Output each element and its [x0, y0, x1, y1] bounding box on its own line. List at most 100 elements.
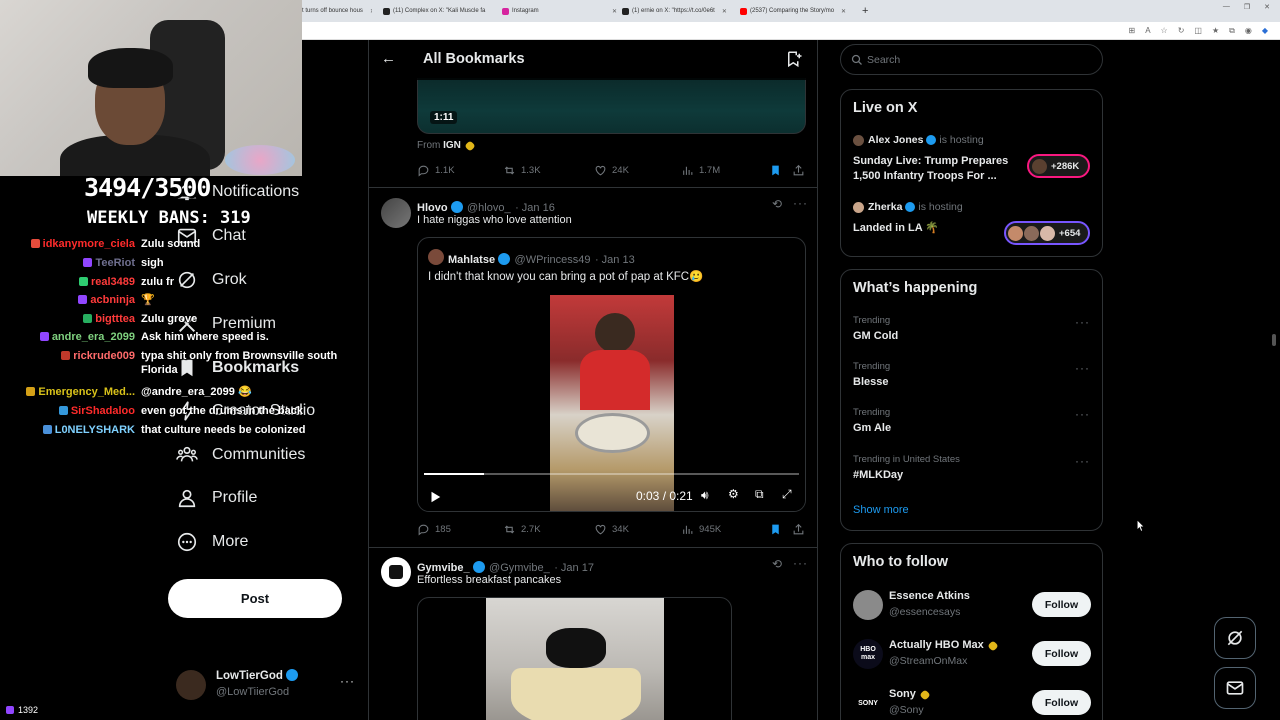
bookmark-button[interactable]	[769, 523, 782, 536]
video-player[interactable]: 1:11	[417, 78, 806, 134]
trend-item[interactable]: Trending Gm Ale ···	[841, 403, 1102, 447]
minimize-icon[interactable]: —	[1223, 3, 1230, 11]
bookmark-button[interactable]	[769, 164, 782, 177]
author-name[interactable]: Gymvibe_	[417, 562, 470, 574]
live-space[interactable]: Alex Jones is hosting Sunday Live: Trump…	[853, 134, 1093, 189]
avatar[interactable]	[381, 557, 411, 587]
more-dots-icon[interactable]: ···	[793, 196, 808, 210]
video-progress-track[interactable]	[424, 473, 799, 475]
reply-button[interactable]: 1.1K	[417, 164, 455, 177]
fullscreen-icon[interactable]: ⤢	[782, 487, 792, 502]
more-dots-icon[interactable]: ···	[793, 556, 808, 570]
nav-profile[interactable]: Profile	[176, 483, 257, 513]
follow-button[interactable]: Follow	[1032, 592, 1091, 617]
collections-icon[interactable]: ⧉	[1229, 26, 1235, 36]
pip-icon[interactable]: ⧉	[755, 487, 764, 502]
messages-fab[interactable]	[1214, 667, 1256, 709]
chat-username[interactable]: idkanymore_ciela	[30, 237, 135, 251]
tweet-date[interactable]: · Jan 16	[515, 202, 555, 214]
more-dots-icon[interactable]: ···	[1075, 361, 1090, 375]
browser-tab[interactable]: (1) ernie on X: "https://t.co/0e6t ✕	[622, 4, 730, 18]
browser-tab[interactable]: (11) Complex on X: "Kali Muscle fa✕	[383, 4, 491, 18]
chat-username[interactable]: SirShadaloo	[58, 404, 135, 418]
show-more-link[interactable]: Show more	[853, 504, 909, 516]
volume-icon[interactable]: 🔊︎	[701, 488, 709, 503]
follow-suggestion[interactable]: SONY Sony @Sony Follow	[841, 684, 1102, 720]
post-button[interactable]: Post	[168, 579, 342, 618]
settings-icon[interactable]: ⚙	[728, 487, 739, 501]
chat-username[interactable]: real3489	[78, 275, 135, 289]
scrollbar-thumb[interactable]	[1272, 334, 1276, 346]
more-dots-icon[interactable]: ···	[1075, 407, 1090, 421]
profile-icon[interactable]: ◉	[1245, 26, 1252, 36]
new-folder-icon[interactable]	[785, 50, 803, 68]
split-icon[interactable]: ◫	[1194, 26, 1202, 36]
repost-button[interactable]: 2.7K	[503, 523, 541, 536]
tweet-date[interactable]: · Jan 17	[554, 562, 594, 574]
author-handle[interactable]: @hlovo_	[467, 202, 511, 214]
chat-username[interactable]: bigtttea	[83, 312, 135, 326]
nav-communities[interactable]: Communities	[176, 440, 305, 470]
account-switcher[interactable]: LowTierGod @LowTiierGod ···	[176, 668, 356, 704]
back-arrow-icon[interactable]: ←	[381, 50, 396, 67]
from-source-link[interactable]: IGN	[443, 140, 461, 151]
copilot-icon[interactable]: ◆	[1262, 26, 1268, 36]
share-button[interactable]	[792, 523, 805, 536]
repost-button[interactable]: 1.3K	[503, 164, 541, 177]
new-tab-icon[interactable]: +	[862, 4, 868, 18]
video-player[interactable]: 0:03 / 0:21 🔊︎ ⚙ ⧉ ⤢	[418, 295, 805, 511]
follow-suggestion[interactable]: HBO max Actually HBO Max @StreamOnMax Fo…	[841, 635, 1102, 673]
grok-icon[interactable]: ⟲	[772, 197, 782, 211]
listener-pill[interactable]: +286K	[1027, 154, 1090, 178]
views-button[interactable]: 945K	[681, 523, 721, 536]
close-icon[interactable]: ✕	[612, 8, 617, 15]
favorites-icon[interactable]: ★	[1212, 26, 1219, 36]
like-button[interactable]: 34K	[594, 523, 629, 536]
trend-item[interactable]: Trending Blesse ···	[841, 357, 1102, 401]
more-dots-icon[interactable]: ···	[1075, 454, 1090, 468]
listener-pill[interactable]: +654	[1004, 221, 1090, 245]
close-icon[interactable]: ✕	[841, 8, 846, 15]
more-dots-icon[interactable]: ···	[1075, 315, 1090, 329]
chat-username[interactable]: TeeRiot	[83, 256, 135, 270]
grok-icon[interactable]: ⟲	[772, 557, 782, 571]
reply-button[interactable]: 185	[417, 523, 451, 536]
chat-username[interactable]: L0NELYSHARK	[42, 423, 135, 437]
browser-tab[interactable]: (2537) Comparing the Story/mo ✕	[740, 4, 856, 18]
refresh-icon[interactable]: ↻	[1178, 26, 1185, 36]
more-dots-icon[interactable]: ···	[340, 674, 355, 688]
chat-text: that culture needs be colonized	[141, 424, 306, 436]
share-button[interactable]	[792, 164, 805, 177]
video-player[interactable]	[417, 597, 732, 720]
author-name[interactable]: Hlovo	[417, 202, 448, 214]
trend-item[interactable]: Trending in United States #MLKDay ···	[841, 450, 1102, 494]
play-icon[interactable]	[428, 490, 442, 504]
close-window-icon[interactable]: ✕	[1264, 3, 1270, 11]
read-aloud-icon[interactable]: A	[1145, 26, 1150, 36]
views-button[interactable]: 1.7M	[681, 164, 720, 177]
follow-suggestion[interactable]: Essence Atkins @essencesays Follow	[841, 586, 1102, 624]
follow-button[interactable]: Follow	[1032, 641, 1091, 666]
close-icon[interactable]: ✕	[722, 8, 727, 15]
search-input[interactable]: Search	[840, 44, 1103, 75]
chat-username[interactable]: acbninja	[78, 293, 135, 307]
author-handle[interactable]: @Gymvibe_	[489, 562, 550, 574]
chat-username[interactable]: andre_era_2099	[39, 330, 135, 344]
star-icon[interactable]: ☆	[1161, 26, 1168, 36]
page-scrollbar[interactable]	[1270, 44, 1278, 720]
live-space[interactable]: Zherka is hosting Landed in LA 🌴 +654	[853, 201, 1093, 246]
trend-item[interactable]: Trending GM Cold ···	[841, 310, 1102, 354]
avatar[interactable]	[381, 198, 411, 228]
chat-username[interactable]: rickrude009	[61, 349, 135, 363]
grok-fab[interactable]	[1214, 617, 1256, 659]
browser-tab[interactable]: Instagram ✕	[502, 4, 617, 18]
browser-tab[interactable]: t turns off bounce hous ✕	[302, 4, 372, 18]
like-button[interactable]: 24K	[594, 164, 629, 177]
follow-button[interactable]: Follow	[1032, 690, 1091, 715]
chat-username[interactable]: Emergency_Med...	[26, 385, 135, 399]
nav-more[interactable]: More	[176, 527, 248, 557]
quote-tweet[interactable]: Mahlatse @WPrincess49 · Jan 13 I didn't …	[417, 237, 806, 512]
extension-icon[interactable]: ⊞	[1128, 26, 1135, 36]
restore-icon[interactable]: ❐	[1244, 3, 1250, 11]
close-icon[interactable]: ✕	[370, 8, 372, 15]
